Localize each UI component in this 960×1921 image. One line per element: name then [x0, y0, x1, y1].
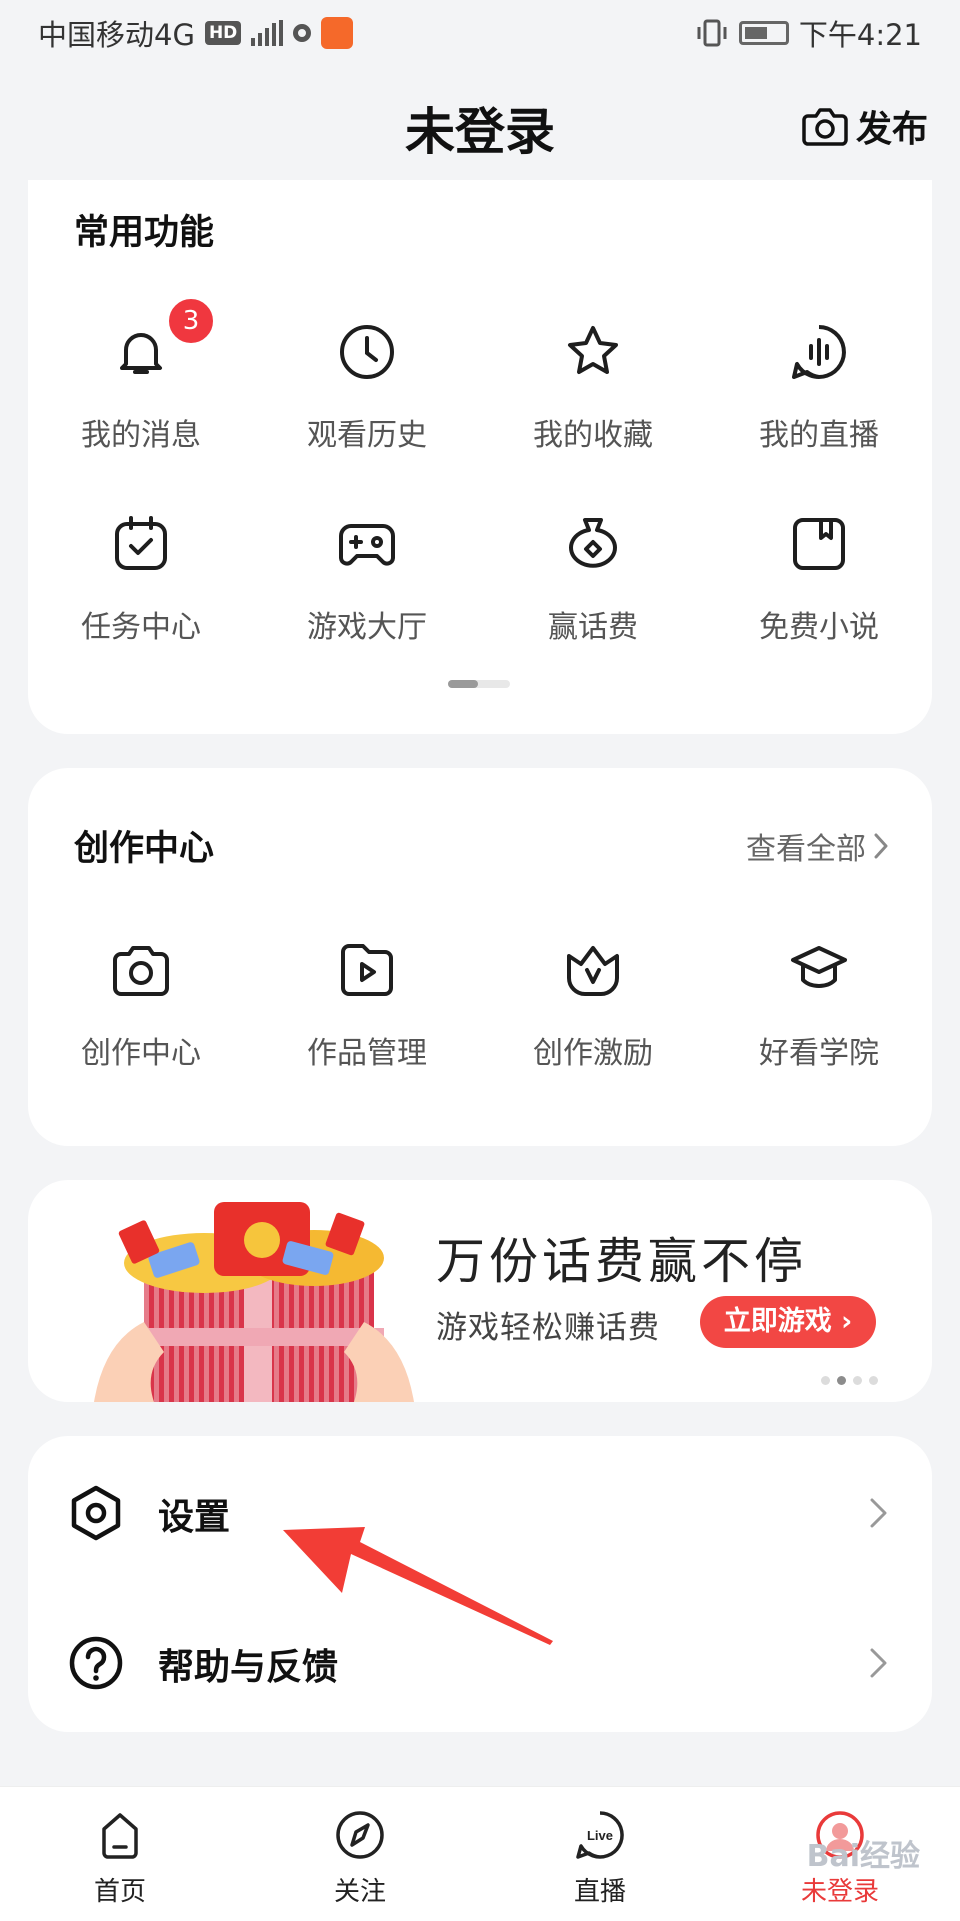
banner-dot	[853, 1376, 862, 1385]
grid-item-haokan-academy[interactable]: 好看学院	[706, 940, 932, 1071]
grid-item-my-live[interactable]: 我的直播	[706, 322, 932, 453]
settings-icon	[71, 1485, 121, 1541]
settings-row[interactable]: 设置	[28, 1458, 932, 1568]
banner-subtitle: 游戏轻松赚话费	[436, 1310, 660, 1346]
grid-item-label: 创作中心	[81, 1036, 201, 1071]
tab-live[interactable]: Live 直播	[480, 1787, 720, 1921]
grid-item-label: 赢话费	[548, 610, 638, 645]
grid-item-creator-center[interactable]: 创作中心	[28, 940, 254, 1071]
grid-item-works-management[interactable]: 作品管理	[254, 940, 480, 1071]
see-all-link[interactable]: 查看全部	[746, 824, 888, 868]
live-icon: Live	[576, 1811, 624, 1859]
grid-item-label: 观看历史	[307, 418, 427, 453]
crown-icon	[567, 946, 619, 996]
book-icon	[793, 518, 845, 570]
creation-center-card: 创作中心 查看全部 创作中心 作品管理 创作激励 好看学院	[28, 768, 932, 1146]
banner-dot	[869, 1376, 878, 1385]
frequent-functions-card: 常用功能 3 我的消息 观看历史 我的收藏 我的直播 任务中心 游戏大厅 赢话费…	[28, 180, 932, 734]
banner-dot-active	[837, 1376, 846, 1385]
page-indicator	[448, 680, 510, 688]
grid-item-label: 任务中心	[81, 610, 201, 645]
gift-box-illustration	[94, 1202, 414, 1402]
grid-item-free-novel[interactable]: 免费小说	[706, 514, 932, 645]
promo-banner[interactable]: 万份话费赢不停 游戏轻松赚话费 立即游戏 ›	[28, 1180, 932, 1402]
chevron-right-icon	[874, 833, 888, 859]
grid-item-label: 作品管理	[307, 1036, 427, 1071]
grid-item-game-hall[interactable]: 游戏大厅	[254, 514, 480, 645]
grid-item-label: 游戏大厅	[307, 610, 427, 645]
grid-item-messages[interactable]: 3 我的消息	[28, 296, 254, 453]
money-bag-icon	[569, 518, 617, 568]
clock-icon	[340, 325, 394, 379]
bell-icon	[120, 333, 162, 374]
settings-label: 设置	[158, 1497, 231, 1538]
help-feedback-row[interactable]: 帮助与反馈	[28, 1608, 932, 1718]
page-header: 未登录 发布	[0, 82, 960, 172]
home-icon	[102, 1813, 138, 1859]
help-icon	[69, 1636, 123, 1690]
chevron-right-icon	[870, 1498, 887, 1528]
status-bar: 中国移动4G HD 下午4:21	[0, 0, 960, 66]
hd-badge: HD	[204, 21, 242, 45]
clock-text: 下午4:21	[798, 18, 922, 52]
tab-home[interactable]: 首页	[0, 1787, 240, 1921]
play-now-button[interactable]: 立即游戏 ›	[700, 1296, 876, 1348]
grid-item-label: 好看学院	[759, 1036, 879, 1071]
banner-dot	[821, 1376, 830, 1385]
tab-label: 未登录	[800, 1877, 879, 1907]
publish-button[interactable]: 发布	[802, 100, 928, 152]
page-indicator-active	[448, 680, 478, 688]
app-notification-icon	[321, 17, 354, 49]
tab-follow[interactable]: 关注	[240, 1787, 480, 1921]
gamepad-icon	[339, 524, 395, 566]
grid-item-label: 免费小说	[759, 610, 879, 645]
video-folder-icon	[341, 944, 393, 996]
tab-label: 直播	[573, 1877, 626, 1907]
grid-item-creator-incentive[interactable]: 创作激励	[480, 940, 706, 1071]
section-title-create: 创作中心	[74, 829, 215, 869]
compass-icon	[336, 1811, 384, 1859]
signal-icon	[251, 20, 284, 46]
carrier-text: 中国移动4G	[38, 18, 195, 52]
banner-title: 万份话费赢不停	[436, 1233, 808, 1290]
battery-icon	[738, 21, 789, 45]
see-all-label: 查看全部	[746, 832, 866, 867]
bottom-tab-bar: 首页 关注 Live 直播 未登录 Bai经验	[0, 1786, 960, 1921]
vibrate-icon	[697, 19, 727, 47]
grid-item-label: 我的消息	[81, 418, 201, 453]
ring-icon	[293, 24, 312, 42]
publish-label: 发布	[855, 109, 928, 150]
live-wave-icon	[792, 325, 846, 379]
section-title-frequent: 常用功能	[74, 213, 215, 253]
grid-item-label: 我的直播	[759, 418, 879, 453]
tab-label: 首页	[93, 1877, 146, 1907]
chevron-right-icon	[870, 1648, 887, 1678]
status-right: 下午4:21	[695, 12, 922, 54]
star-icon	[568, 326, 618, 374]
grid-item-win-credit[interactable]: 赢话费	[480, 514, 706, 645]
settings-card: 设置 帮助与反馈	[28, 1436, 932, 1732]
watermark: Bai经验	[806, 1839, 920, 1874]
grid-item-history[interactable]: 观看历史	[254, 322, 480, 453]
grid-item-task-center[interactable]: 任务中心	[28, 514, 254, 645]
svg-text:Live: Live	[587, 1828, 613, 1843]
camera-icon	[802, 108, 848, 146]
banner-page-dots	[821, 1376, 878, 1385]
graduation-cap-icon	[791, 946, 847, 988]
message-count-badge: 3	[166, 296, 216, 346]
task-check-icon	[115, 516, 167, 570]
status-left: 中国移动4G HD	[38, 12, 354, 54]
camera-icon	[113, 946, 169, 996]
help-feedback-label: 帮助与反馈	[158, 1647, 339, 1688]
grid-item-favorites[interactable]: 我的收藏	[480, 322, 706, 453]
grid-item-label: 我的收藏	[533, 418, 653, 453]
tab-label: 关注	[333, 1877, 386, 1907]
grid-item-label: 创作激励	[533, 1036, 653, 1071]
